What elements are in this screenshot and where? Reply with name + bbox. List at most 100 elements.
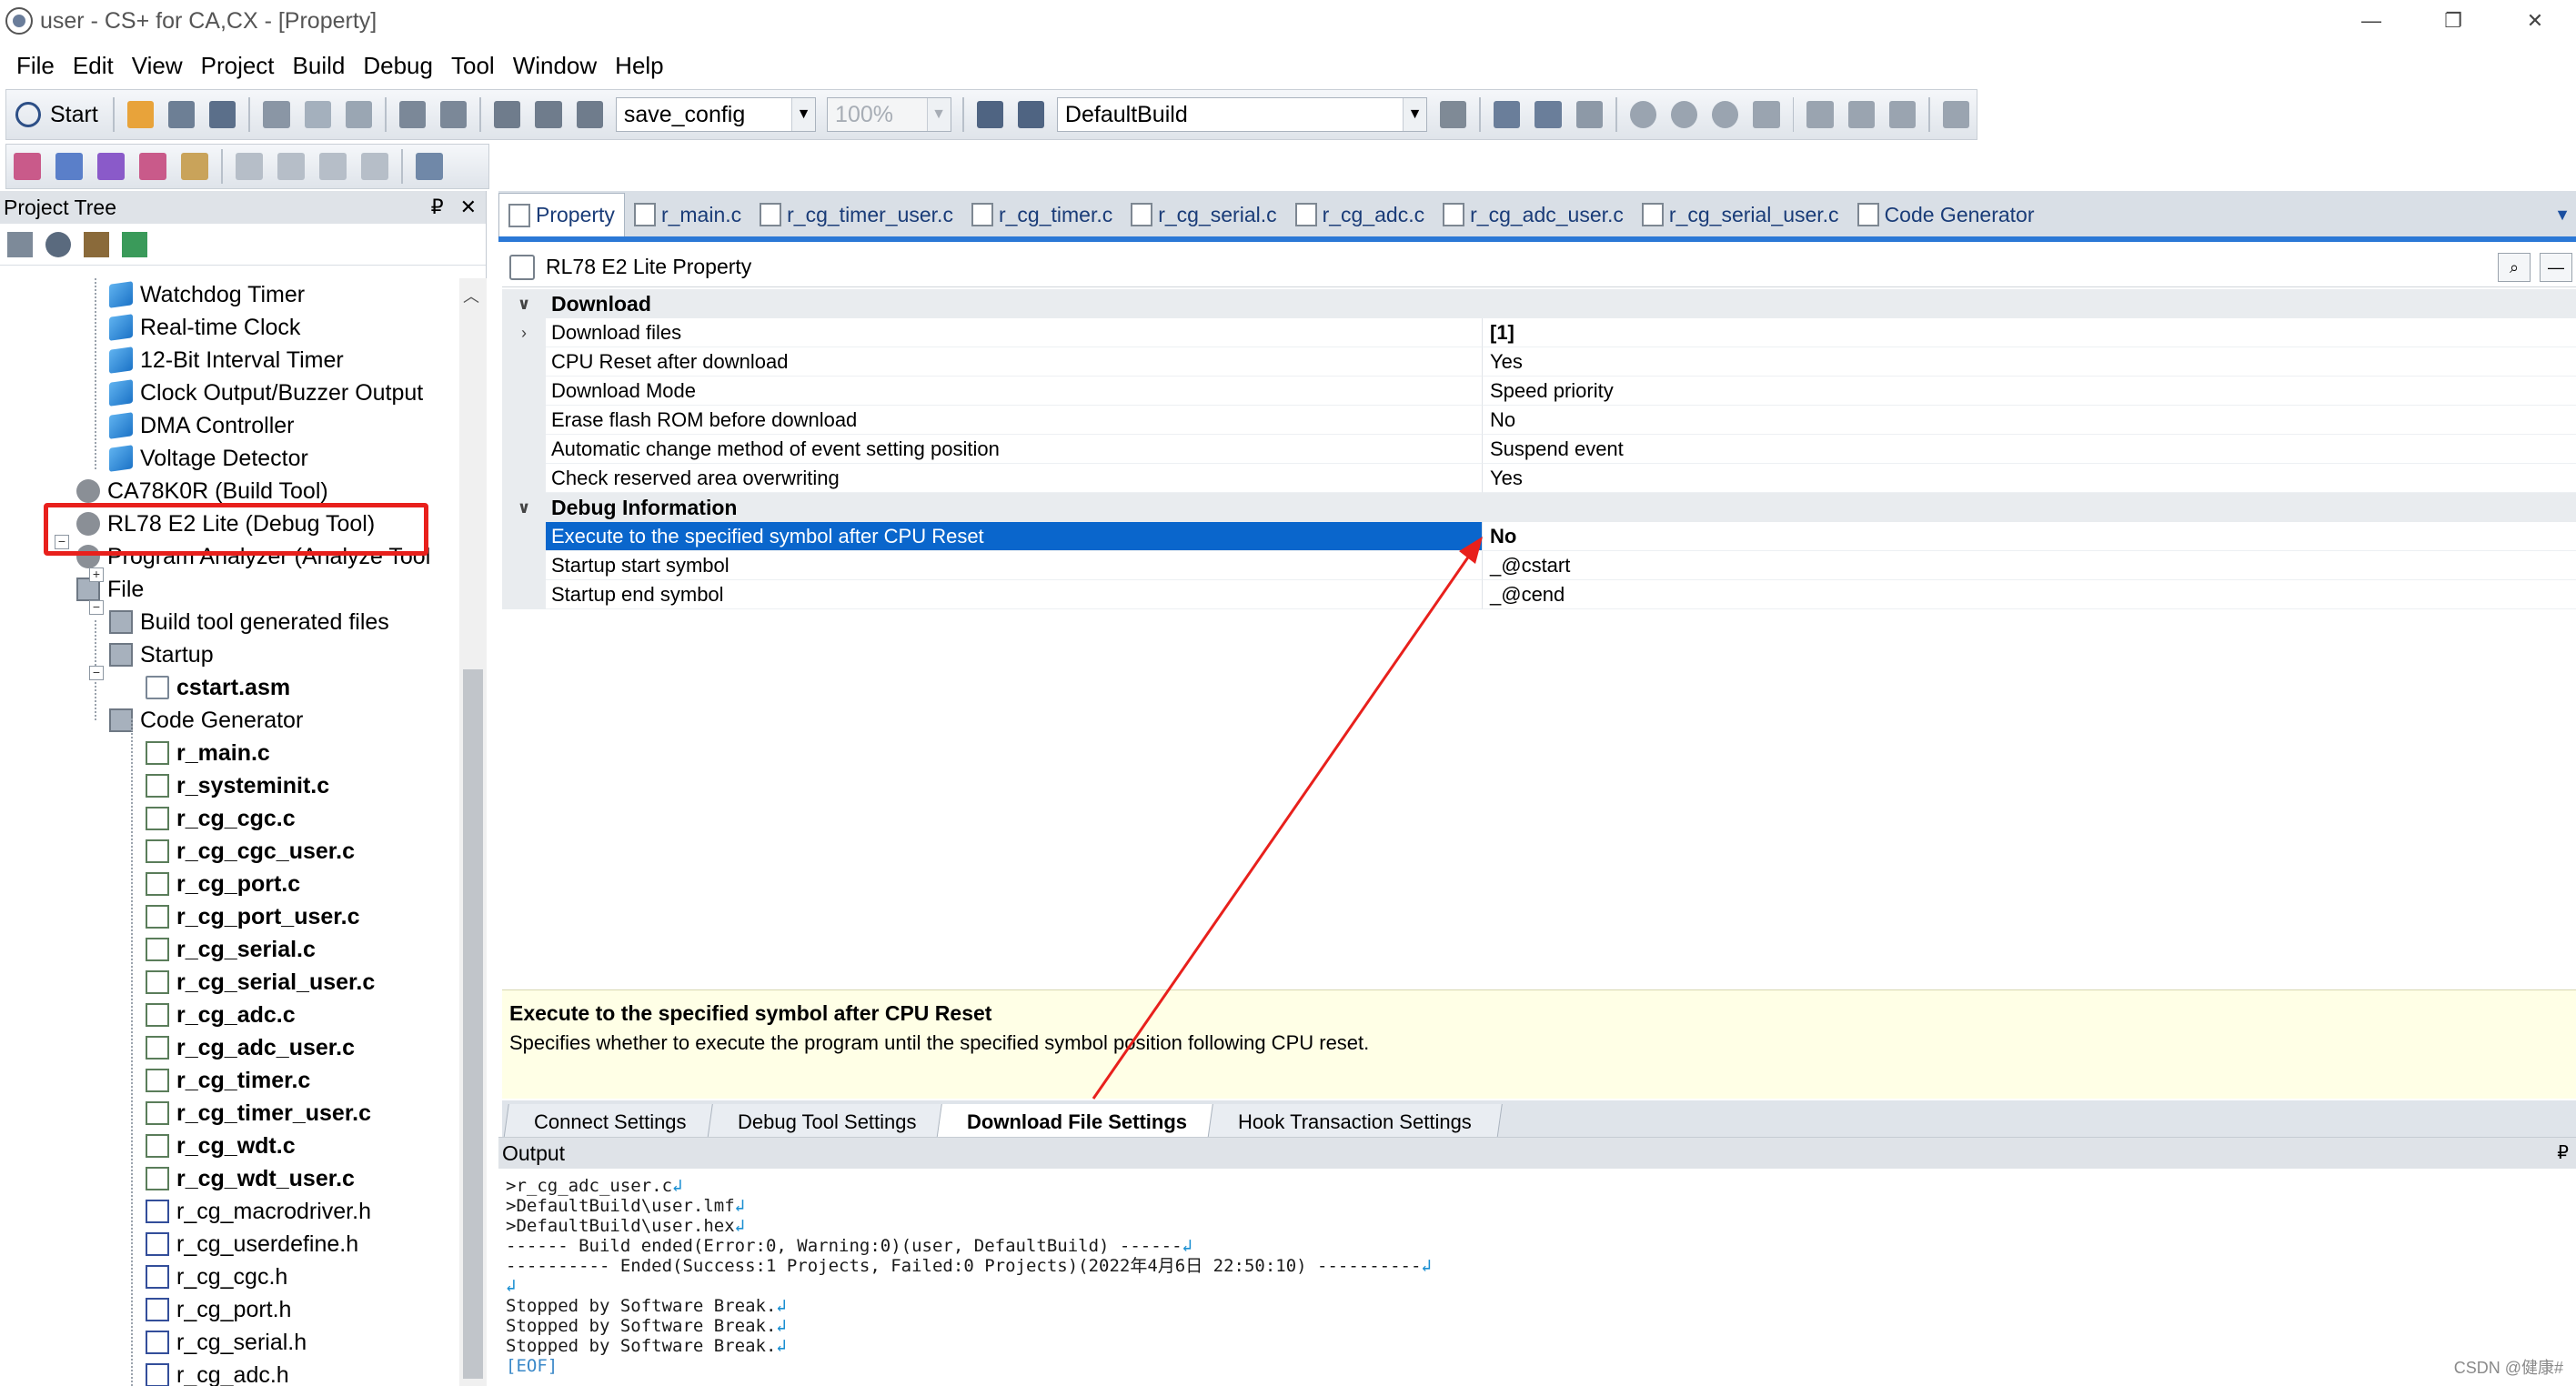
- expand-chevron-icon[interactable]: ∨: [502, 289, 546, 318]
- property-row[interactable]: › Download files [1]: [502, 318, 2576, 347]
- close-window-button[interactable]: ✕: [2494, 0, 2576, 42]
- tab-download-file-settings[interactable]: Download File Settings: [936, 1104, 1218, 1140]
- minimize-button[interactable]: —: [2330, 0, 2412, 42]
- tab-r-cg-adc-c[interactable]: r_cg_adc.c: [1286, 193, 1434, 236]
- step-over-icon[interactable]: [1847, 101, 1875, 128]
- tree-node[interactable]: r_main.c: [146, 737, 270, 769]
- tree-node[interactable]: Code Generator: [109, 704, 303, 737]
- build-mode-combo[interactable]: DefaultBuild ▼: [1056, 97, 1427, 132]
- menu-window[interactable]: Window: [504, 52, 606, 80]
- tree-expander[interactable]: +: [89, 567, 104, 582]
- tree-node[interactable]: Voltage Detector: [109, 442, 308, 475]
- tree-node[interactable]: Build tool generated files: [109, 606, 389, 638]
- tab-overflow-icon[interactable]: ▼: [2554, 206, 2571, 225]
- tab-r-main-c[interactable]: r_main.c: [625, 193, 750, 236]
- chevron-down-icon[interactable]: ▼: [791, 98, 816, 131]
- property-value[interactable]: _@cstart: [1483, 551, 2576, 580]
- find-icon[interactable]: [494, 101, 521, 128]
- tree-node[interactable]: r_cg_userdefine.h: [146, 1228, 358, 1260]
- call-graph-icon[interactable]: [139, 153, 166, 180]
- tree-expander[interactable]: −: [89, 600, 104, 615]
- property-row[interactable]: Automatic change method of event setting…: [502, 435, 2576, 464]
- new-project-icon[interactable]: [126, 101, 154, 128]
- property-value[interactable]: Speed priority: [1483, 377, 2576, 406]
- refresh-icon[interactable]: [122, 231, 147, 257]
- tree-node[interactable]: Real-time Clock: [109, 311, 300, 344]
- property-row[interactable]: Execute to the specified symbol after CP…: [502, 522, 2576, 551]
- menu-project[interactable]: Project: [192, 52, 284, 80]
- tree-node[interactable]: r_cg_adc.h: [146, 1359, 289, 1386]
- tree-expander[interactable]: −: [89, 666, 104, 680]
- run-icon[interactable]: [1712, 101, 1739, 128]
- cut-icon[interactable]: [263, 101, 290, 128]
- tree-node[interactable]: r_cg_timer.c: [146, 1064, 310, 1097]
- tree-node[interactable]: r_cg_cgc_user.c: [146, 835, 355, 868]
- tree-node[interactable]: r_cg_port.h: [146, 1293, 291, 1326]
- property-value[interactable]: [1]: [1483, 318, 2576, 347]
- tree-node[interactable]: r_systeminit.c: [146, 769, 329, 802]
- property-value[interactable]: Yes: [1483, 464, 2576, 493]
- property-category[interactable]: ∨ Download: [502, 289, 2576, 318]
- step-in-icon[interactable]: [1806, 101, 1834, 128]
- pin-icon[interactable]: ₽: [431, 196, 444, 219]
- tree-node[interactable]: r_cg_port.c: [146, 868, 300, 900]
- window-icon[interactable]: [416, 153, 443, 180]
- chevron-down-icon[interactable]: ▼: [1402, 98, 1426, 131]
- tree-node[interactable]: r_cg_cgc.h: [146, 1260, 287, 1293]
- analyze-icon[interactable]: [14, 153, 41, 180]
- tree-node[interactable]: Startup: [109, 638, 214, 671]
- sort-icon[interactable]: [7, 231, 33, 257]
- variable-list-icon[interactable]: [97, 153, 125, 180]
- tree-node[interactable]: r_cg_adc_user.c: [146, 1031, 355, 1064]
- property-value[interactable]: Yes: [1483, 347, 2576, 377]
- build-config-icon[interactable]: [1017, 101, 1044, 128]
- copy-icon[interactable]: [304, 101, 331, 128]
- save-all-icon[interactable]: [209, 101, 236, 128]
- property-value[interactable]: No: [1483, 522, 2576, 551]
- tree-node[interactable]: 12-Bit Interval Timer: [109, 344, 344, 377]
- menu-tool[interactable]: Tool: [442, 52, 504, 80]
- config-combo[interactable]: save_config ▼: [615, 97, 817, 132]
- property-row[interactable]: Startup end symbol _@cend: [502, 580, 2576, 609]
- tree-node[interactable]: r_cg_timer_user.c: [146, 1097, 371, 1130]
- tab-r-cg-timer-c[interactable]: r_cg_timer.c: [962, 193, 1122, 236]
- tree-node[interactable]: Clock Output/Buzzer Output: [109, 377, 423, 409]
- tab-r-cg-serial-c[interactable]: r_cg_serial.c: [1122, 193, 1285, 236]
- paste-icon[interactable]: [345, 101, 372, 128]
- clock-icon[interactable]: [45, 231, 71, 257]
- analysis-chart-icon[interactable]: [181, 153, 208, 180]
- tab-connect-settings[interactable]: Connect Settings: [503, 1104, 718, 1140]
- search-icon[interactable]: ⌕: [2498, 253, 2531, 282]
- collapse-icon[interactable]: —: [2540, 253, 2572, 282]
- output-log[interactable]: >r_cg_adc_user.c↲ >DefaultBuild\user.lmf↲…: [498, 1169, 2576, 1383]
- property-value[interactable]: _@cend: [1483, 580, 2576, 609]
- build-icon[interactable]: [1439, 101, 1467, 128]
- tab-r-cg-timer-user-c[interactable]: r_cg_timer_user.c: [750, 193, 962, 236]
- tree-node[interactable]: r_cg_port_user.c: [146, 900, 360, 933]
- tree-scrollbar[interactable]: ︿: [459, 278, 487, 1386]
- restart-icon[interactable]: [1753, 101, 1780, 128]
- user-icon[interactable]: [84, 231, 109, 257]
- reset-icon[interactable]: [1575, 101, 1603, 128]
- tree-node[interactable]: r_cg_adc.c: [146, 999, 296, 1031]
- tab-property[interactable]: Property: [498, 193, 625, 236]
- property-row[interactable]: Erase flash ROM before download No: [502, 406, 2576, 435]
- menu-build[interactable]: Build: [284, 52, 355, 80]
- tree-node[interactable]: File: [76, 573, 144, 606]
- menu-edit[interactable]: Edit: [64, 52, 123, 80]
- property-row[interactable]: Download Mode Speed priority: [502, 377, 2576, 406]
- comment-icon[interactable]: [277, 153, 305, 180]
- property-value[interactable]: Suspend event: [1483, 435, 2576, 464]
- return-out-icon[interactable]: [1888, 101, 1917, 128]
- go-icon[interactable]: [1670, 101, 1698, 128]
- tree-node[interactable]: cstart.asm: [146, 671, 290, 704]
- tab-r-cg-serial-user-c[interactable]: r_cg_serial_user.c: [1633, 193, 1848, 236]
- menu-debug[interactable]: Debug: [354, 52, 442, 80]
- balloon-icon[interactable]: [361, 153, 388, 180]
- tree-node[interactable]: r_cg_serial.h: [146, 1326, 307, 1359]
- tree-node[interactable]: r_cg_cgc.c: [146, 802, 296, 835]
- menu-file[interactable]: File: [7, 52, 64, 80]
- property-row[interactable]: CPU Reset after download Yes: [502, 347, 2576, 377]
- tree-node[interactable]: DMA Controller: [109, 409, 295, 442]
- tab-r-cg-adc-user-c[interactable]: r_cg_adc_user.c: [1434, 193, 1633, 236]
